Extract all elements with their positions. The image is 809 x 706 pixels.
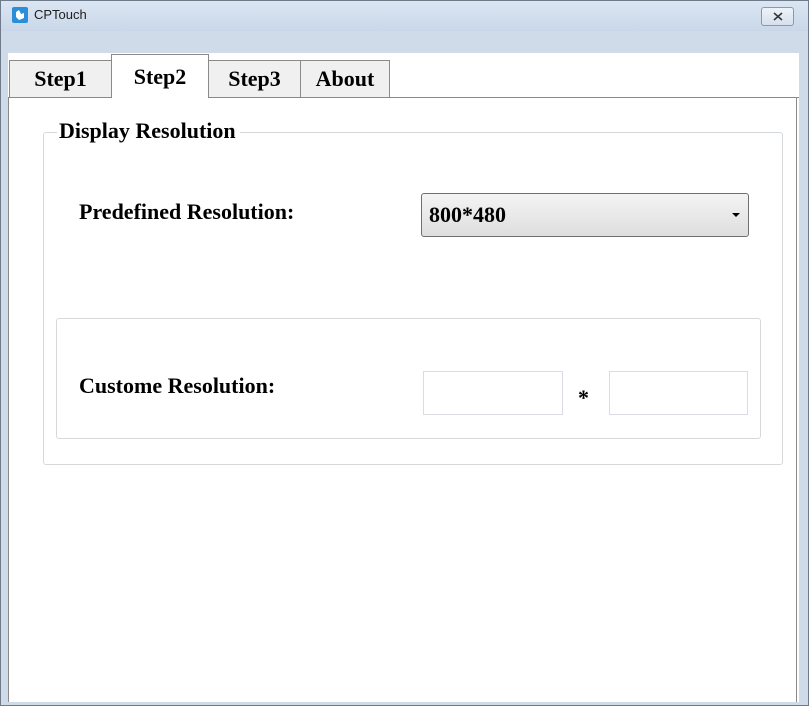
cptouch-app-icon	[12, 7, 28, 23]
window-title: CPTouch	[34, 7, 87, 22]
tab-about-label: About	[315, 66, 375, 91]
title-bar[interactable]: CPTouch	[1, 1, 808, 31]
predefined-resolution-label: Predefined Resolution:	[79, 199, 295, 224]
close-icon	[773, 12, 782, 21]
tab-about[interactable]: About	[300, 60, 390, 97]
tab-strip: Step1 Step2 Step3 About	[8, 54, 799, 98]
group-title: Display Resolution	[57, 118, 240, 144]
custom-resolution-label: Custome Resolution:	[79, 373, 276, 398]
tab-step2-label: Step2	[133, 63, 187, 89]
tab-step1-label: Step1	[34, 66, 87, 91]
predefined-resolution-select[interactable]: 800*480	[421, 193, 749, 237]
custom-height-input[interactable]	[609, 371, 748, 415]
tab-step3[interactable]: Step3	[208, 60, 301, 97]
tab-step3-label: Step3	[228, 66, 281, 91]
resolution-separator: *	[578, 385, 589, 410]
tab-step2[interactable]: Step2	[111, 54, 209, 98]
close-button[interactable]	[761, 7, 794, 26]
custom-width-input[interactable]	[423, 371, 563, 415]
predefined-resolution-value: 800*480	[429, 202, 506, 227]
tab-step1[interactable]: Step1	[9, 60, 112, 97]
chevron-down-icon	[732, 213, 740, 217]
